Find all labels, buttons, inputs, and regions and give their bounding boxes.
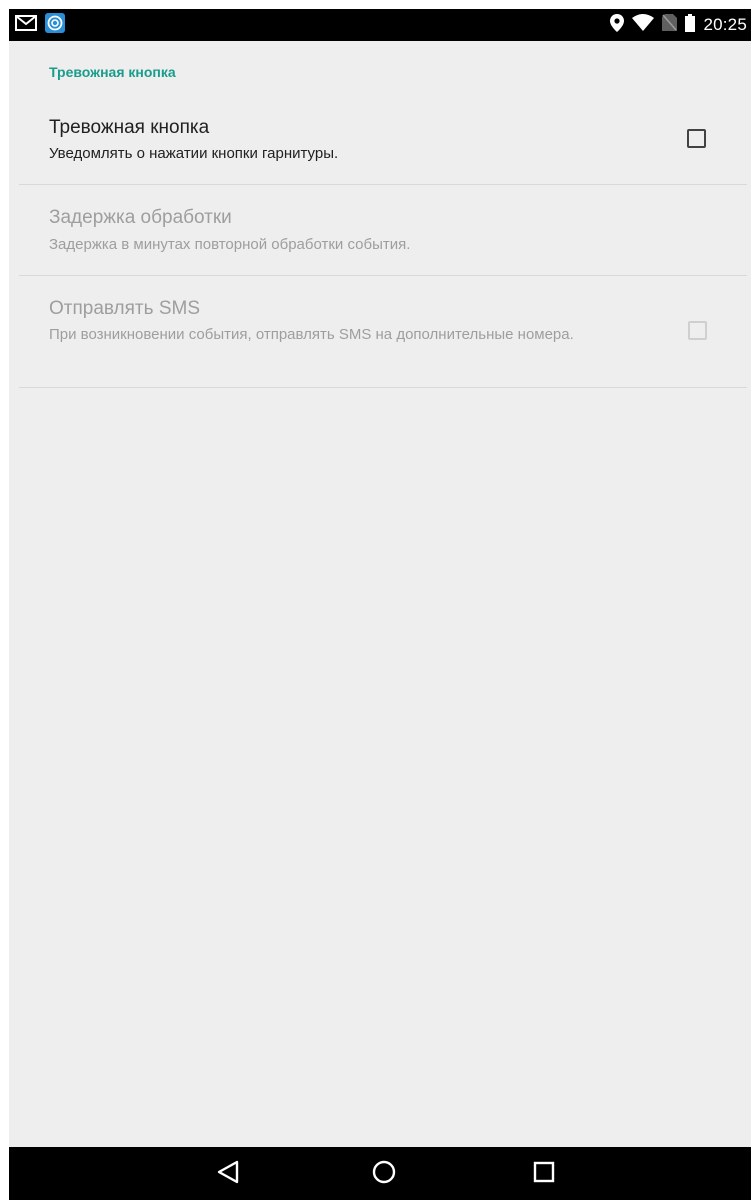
home-button[interactable] <box>371 1160 397 1189</box>
location-icon <box>610 13 625 37</box>
status-bar-notifications <box>15 12 65 38</box>
home-icon <box>372 1160 396 1189</box>
pref-alarm-button[interactable]: Тревожная кнопка Уведомлять о нажатии кн… <box>19 103 747 185</box>
battery-icon <box>685 13 696 37</box>
status-time: 20:25 <box>703 15 747 34</box>
pref-title: Задержка обработки <box>49 207 232 228</box>
pref-summary: Уведомлять о нажатии кнопки гарнитуры. <box>49 145 339 162</box>
no-sim-icon <box>662 14 678 36</box>
back-button[interactable] <box>215 1160 241 1189</box>
back-icon <box>217 1160 239 1189</box>
app-notification-icon <box>45 12 65 38</box>
status-bar: 20:25 <box>9 9 751 41</box>
alarm-button-checkbox[interactable] <box>687 129 706 148</box>
pref-title: Отправлять SMS <box>49 298 200 319</box>
status-bar-system-icons: 20:25 <box>610 9 747 41</box>
category-title: Тревожная кнопка <box>49 64 176 80</box>
screen: 20:25 Тревожная кнопка Тревожная кнопка … <box>9 9 751 1200</box>
pref-summary: При возникновении события, отправлять SM… <box>49 326 574 343</box>
wifi-icon <box>632 14 655 36</box>
recents-button[interactable] <box>531 1161 557 1187</box>
pref-send-sms[interactable]: Отправлять SMS При возникновении события… <box>19 276 747 388</box>
pref-processing-delay[interactable]: Задержка обработки Задержка в минутах по… <box>19 185 747 276</box>
pref-summary: Задержка в минутах повторной обработки с… <box>49 236 411 253</box>
send-sms-checkbox[interactable] <box>688 321 707 340</box>
navigation-bar <box>9 1147 751 1200</box>
recents-icon <box>533 1161 555 1188</box>
pref-title: Тревожная кнопка <box>49 117 210 138</box>
mail-icon <box>15 14 37 36</box>
